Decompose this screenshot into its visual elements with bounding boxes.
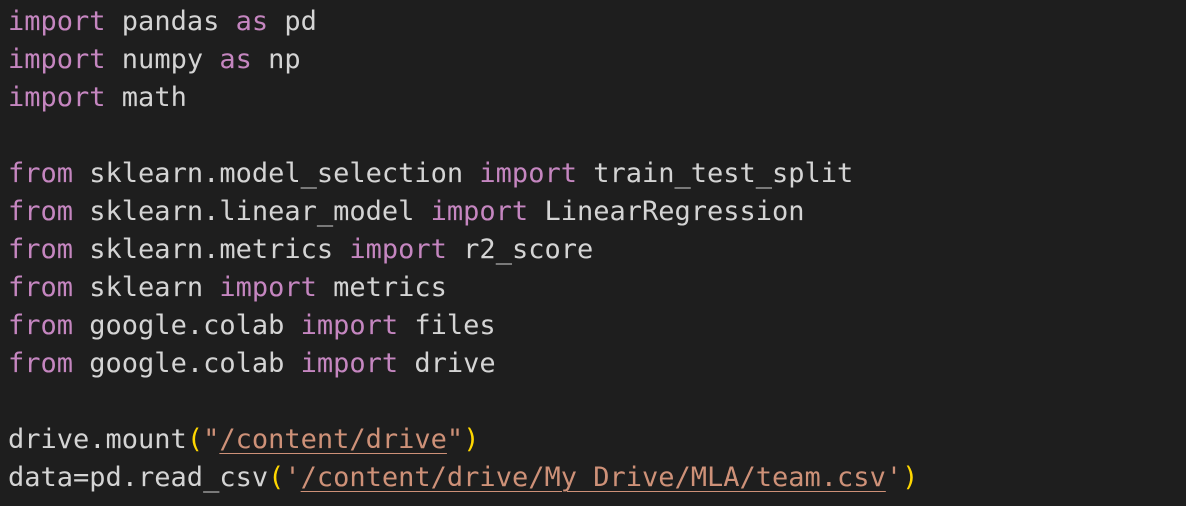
bracket-token: (: [268, 462, 285, 493]
identifier-token: math: [105, 82, 187, 113]
code-line[interactable]: from sklearn.linear_model import LinearR…: [8, 193, 1186, 231]
keyword-token: import: [8, 44, 106, 75]
identifier-token: data=pd.read_csv: [8, 462, 269, 493]
code-line[interactable]: import numpy as np: [8, 41, 1186, 79]
keyword-token: as: [219, 44, 252, 75]
string-path-token: /content/drive/My Drive/MLA/team.csv: [300, 462, 886, 493]
bracket-token: (: [186, 424, 204, 455]
keyword-token: from: [8, 196, 74, 227]
identifier-token: LinearRegression: [528, 196, 805, 227]
keyword-token: import: [219, 272, 317, 303]
code-line[interactable]: from sklearn import metrics: [8, 269, 1186, 307]
identifier-token: train_test_split: [576, 158, 854, 189]
string-path-token: /content/drive: [219, 424, 447, 455]
code-line[interactable]: data=pd.read_csv('/content/drive/My Driv…: [8, 459, 1186, 497]
keyword-token: from: [8, 348, 74, 379]
identifier-token: google.colab: [73, 310, 301, 341]
string-quote-token: ": [446, 424, 464, 455]
code-line[interactable]: from sklearn.model_selection import trai…: [8, 155, 1186, 193]
keyword-token: import: [479, 158, 577, 189]
identifier-token: metrics: [316, 272, 447, 303]
code-editor[interactable]: import pandas as pd import numpy as np imp…: [0, 0, 1186, 506]
code-line[interactable]: import math: [8, 79, 1186, 117]
identifier-token: pandas: [105, 6, 236, 37]
identifier-token: drive.mount: [8, 424, 187, 455]
string-quote-token: ': [885, 462, 903, 493]
code-line[interactable]: import pandas as pd: [8, 3, 1186, 41]
keyword-token: import: [430, 196, 529, 227]
code-line[interactable]: drive.mount("/content/drive"): [8, 421, 1186, 459]
identifier-token: numpy: [105, 44, 220, 75]
bracket-token: ): [463, 424, 480, 455]
code-line[interactable]: from google.colab import drive: [8, 345, 1186, 383]
code-line[interactable]: ​: [8, 117, 1186, 155]
identifier-token: google.colab: [73, 348, 301, 379]
keyword-token: from: [8, 158, 74, 189]
code-line[interactable]: ​: [8, 383, 1186, 421]
keyword-token: from: [8, 272, 74, 303]
identifier-token: sklearn.metrics: [73, 234, 350, 265]
keyword-token: import: [8, 6, 106, 37]
string-quote-token: ': [284, 462, 301, 493]
bracket-token: ): [902, 462, 919, 493]
identifier-token: pd: [268, 6, 317, 37]
keyword-token: import: [300, 348, 399, 379]
keyword-token: from: [8, 234, 74, 265]
identifier-token: sklearn.model_selection: [73, 158, 480, 189]
identifier-token: r2_score: [446, 234, 594, 265]
identifier-token: files: [398, 310, 496, 341]
keyword-token: from: [8, 310, 74, 341]
code-line[interactable]: from sklearn.metrics import r2_score: [8, 231, 1186, 269]
keyword-token: import: [300, 310, 399, 341]
identifier-token: sklearn: [73, 272, 220, 303]
identifier-token: drive: [398, 348, 496, 379]
keyword-token: import: [349, 234, 447, 265]
identifier-token: sklearn.linear_model: [73, 196, 431, 227]
keyword-token: as: [235, 6, 269, 37]
string-quote-token: ": [203, 424, 220, 455]
identifier-token: np: [251, 44, 301, 75]
code-line[interactable]: from google.colab import files: [8, 307, 1186, 345]
keyword-token: import: [8, 82, 106, 113]
